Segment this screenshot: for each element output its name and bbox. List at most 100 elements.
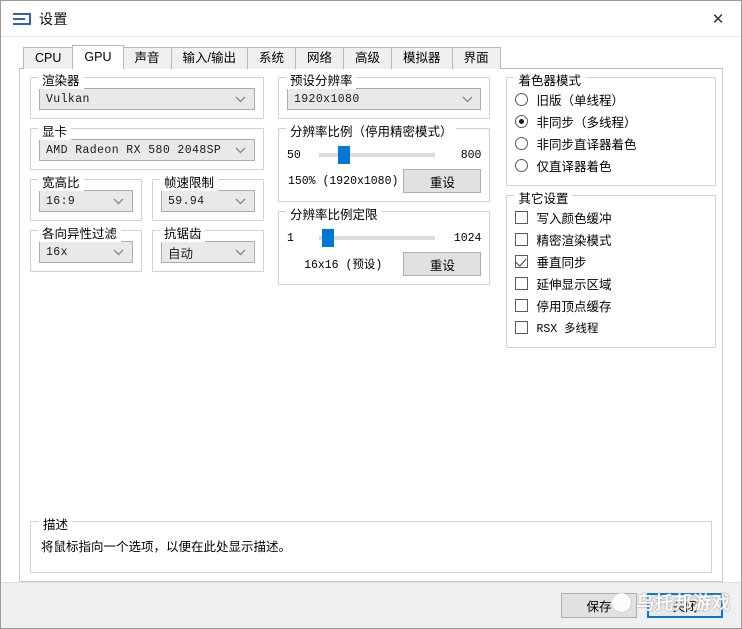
gpu-group: 显卡 AMD Radeon RX 580 2048SP	[30, 121, 264, 170]
save-button[interactable]: 保存	[561, 593, 637, 618]
checkbox-label: 写入颜色缓冲	[536, 212, 612, 226]
tab-bar: CPU GPU 声音 输入/输出 系统 网络 高级 模拟器 界面	[23, 45, 741, 69]
checkbox-vsync[interactable]: 垂直同步	[515, 251, 707, 272]
anisotropic-value: 16x	[46, 245, 68, 259]
window-title: 设置	[39, 10, 68, 27]
close-icon[interactable]: ✕	[695, 1, 741, 36]
slider-track	[318, 153, 436, 157]
tab-io[interactable]: 输入/输出	[170, 47, 248, 69]
framelimit-value: 59.94	[167, 194, 205, 208]
resolution-scale-value: 150% (1920x1080)	[287, 174, 399, 188]
resolution-scale-slider-row: 50 800	[286, 145, 482, 165]
radio-icon	[515, 137, 529, 150]
gpu-group-inner: AMD Radeon RX 580 2048SP	[39, 135, 255, 161]
aniso-aa-row: 各向异性过滤 16x 抗锯齿 自动	[30, 223, 264, 281]
close-button[interactable]: 关闭	[647, 593, 723, 618]
resolution-scale-group: 分辨率比例（停用精密模式） 50 800 150% (1920x1080) 重设	[277, 121, 491, 202]
gpu-select[interactable]: AMD Radeon RX 580 2048SP	[39, 139, 255, 161]
checkbox-disable-vertex-cache[interactable]: 停用顶点缓存	[515, 295, 707, 316]
radio-shader-async-interpreter[interactable]: 非同步直译器着色	[515, 133, 707, 154]
preset-resolution-group: 预设分辨率 1920x1080	[277, 70, 491, 119]
threshold-slider-row: 1 1024	[286, 228, 482, 248]
threshold-value: 16x16 (预设)	[304, 259, 383, 272]
aspect-group: 宽高比 16:9	[30, 172, 142, 221]
antialias-select[interactable]: 自动	[160, 241, 255, 263]
checkbox-write-color-buffers[interactable]: 写入颜色缓冲	[515, 207, 707, 228]
resolution-scale-inner: 50 800 150% (1920x1080) 重设	[287, 135, 482, 193]
checkbox-label: 延伸显示区域	[536, 278, 612, 292]
checkbox-label: 垂直同步	[536, 256, 587, 270]
chevron-down-icon	[233, 142, 249, 158]
anisotropic-select[interactable]: 16x	[39, 241, 133, 263]
gpu-tab-pane: 渲染器 Vulkan 显卡 AMD Radeon RX 580 2048SP 宽…	[19, 68, 723, 582]
tab-emulator[interactable]: 模拟器	[391, 47, 453, 69]
threshold-bottom: 16x16 (预设) 重设	[287, 252, 482, 276]
preset-resolution-value: 1920x1080	[293, 92, 360, 106]
resolution-scale-max: 800	[460, 148, 482, 162]
radio-icon	[515, 159, 529, 172]
description-text: 将鼠标指向一个选项，以便在此处显示描述。	[41, 540, 292, 554]
column-left: 渲染器 Vulkan 显卡 AMD Radeon RX 580 2048SP 宽…	[30, 70, 264, 281]
settings-window: 设置 ✕ CPU GPU 声音 输入/输出 系统 网络 高级 模拟器 界面 渲染…	[0, 0, 742, 629]
resolution-scale-bottom: 150% (1920x1080) 重设	[287, 169, 482, 193]
checkbox-label: 停用顶点缓存	[536, 300, 612, 314]
title-bar: 设置 ✕	[1, 1, 741, 37]
checkbox-icon	[515, 321, 529, 334]
checkbox-label: 精密渲染模式	[536, 234, 612, 248]
tab-advanced[interactable]: 高级	[343, 47, 393, 69]
resolution-scale-slider[interactable]	[318, 145, 436, 165]
checkbox-stretch-to-display-area[interactable]: 延伸显示区域	[515, 273, 707, 294]
aspect-group-title: 宽高比	[38, 172, 84, 191]
threshold-min: 1	[286, 231, 294, 245]
framelimit-group-title: 帧速限制	[159, 172, 218, 191]
radio-shader-legacy[interactable]: 旧版（单线程）	[515, 89, 707, 110]
other-settings-group: 其它设置 写入颜色缓冲 精密渲染模式 垂直同步 延伸显示区域 停用顶点缓存 RS…	[506, 188, 716, 348]
gpu-group-title: 显卡	[38, 121, 72, 140]
aspect-select[interactable]: 16:9	[39, 190, 133, 212]
tab-system[interactable]: 系统	[247, 47, 297, 69]
slider-handle[interactable]	[337, 146, 350, 164]
anisotropic-group: 各向异性过滤 16x	[30, 223, 142, 272]
antialias-group-title: 抗锯齿	[159, 223, 206, 242]
checkbox-strict-rendering-mode[interactable]: 精密渲染模式	[515, 229, 707, 250]
renderer-value: Vulkan	[46, 92, 90, 106]
menu-icon	[11, 8, 33, 30]
antialias-value: 自动	[167, 246, 193, 261]
settings-columns: 渲染器 Vulkan 显卡 AMD Radeon RX 580 2048SP 宽…	[26, 70, 716, 357]
radio-label: 仅直译器着色	[536, 160, 612, 174]
slider-handle[interactable]	[322, 229, 335, 247]
tab-gpu[interactable]: GPU	[72, 45, 124, 69]
aspect-value: 16:9	[46, 194, 76, 208]
preset-resolution-title: 预设分辨率	[285, 70, 357, 89]
preset-resolution-select[interactable]: 1920x1080	[286, 88, 482, 110]
chevron-down-icon	[459, 91, 475, 107]
radio-label: 旧版（单线程）	[536, 94, 624, 108]
framelimit-select[interactable]: 59.94	[160, 190, 255, 212]
checkbox-multithreaded-rsx[interactable]: RSX 多线程	[515, 317, 707, 338]
framelimit-group: 帧速限制 59.94	[151, 172, 264, 221]
tab-interface[interactable]: 界面	[451, 47, 501, 69]
threshold-reset-button[interactable]: 重设	[403, 252, 482, 276]
other-settings-title: 其它设置	[514, 188, 573, 207]
gpu-value: AMD Radeon RX 580 2048SP	[46, 143, 222, 157]
resolution-scale-min: 50	[286, 148, 301, 162]
resolution-scale-threshold-title: 分辨率比例定限	[285, 204, 382, 223]
radio-shader-async[interactable]: 非同步（多线程）	[515, 111, 707, 132]
chevron-down-icon	[111, 244, 127, 260]
renderer-group-title: 渲染器	[38, 70, 84, 89]
footer-bar: 保存 关闭 乌托邦游戏	[1, 582, 741, 628]
antialias-group: 抗锯齿 自动	[151, 223, 264, 272]
tab-cpu[interactable]: CPU	[23, 47, 74, 69]
dialog-body: CPU GPU 声音 输入/输出 系统 网络 高级 模拟器 界面 渲染器 Vul…	[1, 37, 741, 628]
threshold-slider[interactable]	[318, 228, 436, 248]
tab-audio[interactable]: 声音	[122, 47, 172, 69]
checkbox-icon	[515, 211, 529, 224]
radio-shader-interpreter-only[interactable]: 仅直译器着色	[515, 155, 707, 176]
checkbox-icon	[515, 233, 529, 246]
description-group: 描述 将鼠标指向一个选项，以便在此处显示描述。	[30, 514, 712, 573]
threshold-max: 1024	[453, 231, 482, 245]
shader-mode-title: 着色器模式	[514, 70, 585, 89]
resolution-scale-reset-button[interactable]: 重设	[403, 169, 482, 193]
renderer-select[interactable]: Vulkan	[39, 88, 255, 110]
tab-network[interactable]: 网络	[295, 47, 345, 69]
